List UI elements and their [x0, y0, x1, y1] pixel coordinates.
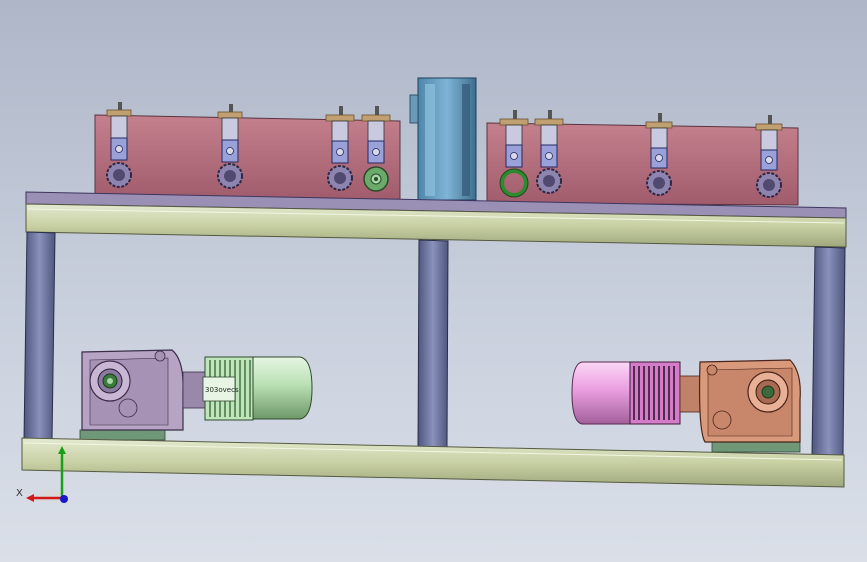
roller-unit-2 — [217, 104, 243, 189]
left-gear-motor: 303ovecs — [79, 349, 313, 441]
right-roller-plate — [486, 122, 799, 206]
center-blue-column — [409, 77, 477, 201]
x-axis-label: X — [16, 488, 23, 499]
right-gear-motor — [571, 359, 801, 453]
roller-unit-1 — [106, 102, 132, 188]
cad-viewport[interactable]: 303ovecs X — [0, 0, 867, 562]
left-post — [23, 231, 56, 441]
z-axis-marker — [60, 495, 68, 503]
cad-assembly-drawing[interactable]: 303ovecs X — [0, 0, 867, 562]
center-post — [417, 239, 449, 448]
motor-brand-label: 303ovecs — [205, 386, 239, 394]
left-roller-plate — [94, 114, 401, 201]
right-post — [811, 246, 846, 456]
